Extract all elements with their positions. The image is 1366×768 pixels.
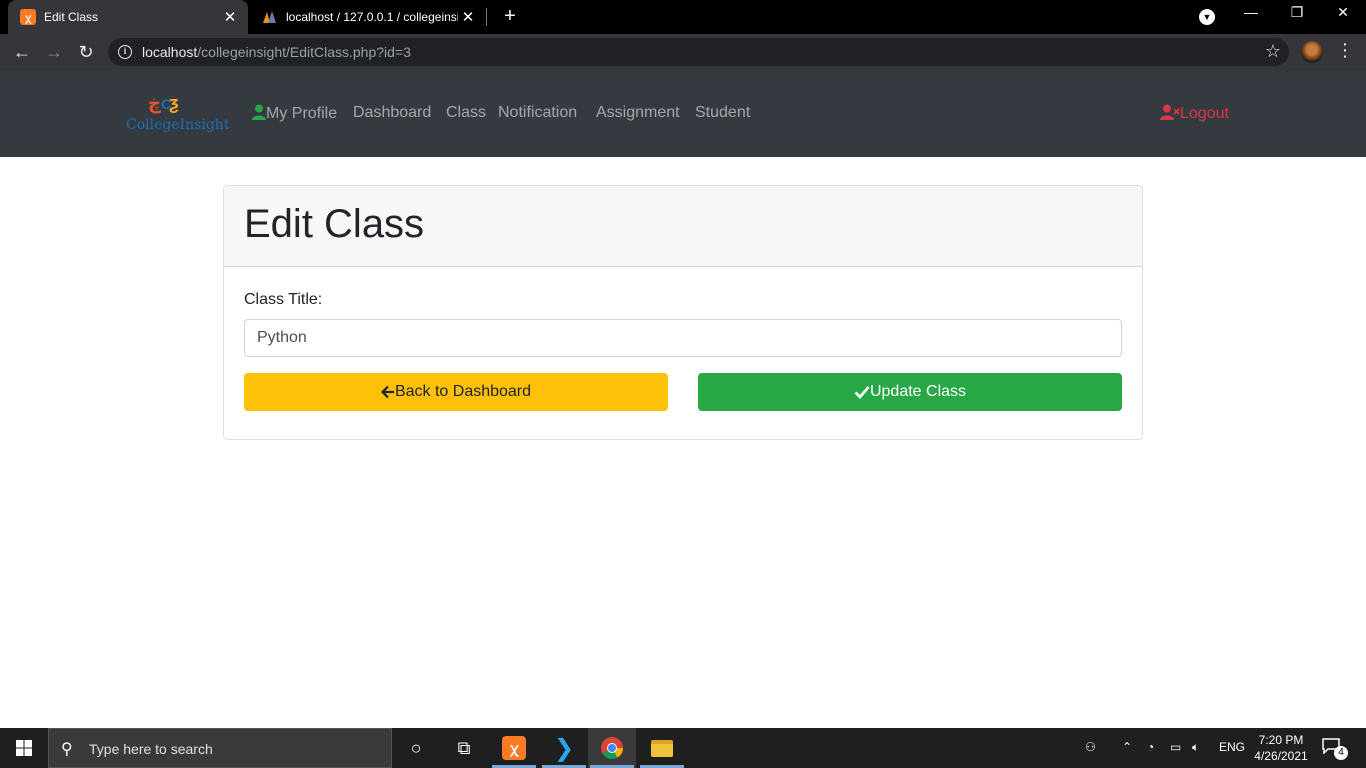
action-center-icon[interactable]: 4 [1322,738,1348,760]
tab-title: localhost / 127.0.0.1 / collegeinsight [286,10,458,24]
nav-dashboard[interactable]: Dashboard [353,104,431,122]
cortana-icon[interactable]: ○ [392,728,440,768]
site-navbar: ڿCƺ CollegeInsight My Profile Dashboard … [0,71,1366,157]
back-arrow-icon[interactable]: ← [10,40,34,64]
tab-phpmyadmin[interactable]: localhost / 127.0.0.1 / collegeinsight ✕ [250,0,486,34]
page-title: Edit Class [244,202,425,246]
new-tab-icon[interactable]: + [498,5,522,28]
logo-mark-icon: ڿCƺ [148,93,179,113]
url-text: localhost/collegeinsight/EditClass.php?i… [142,44,411,60]
notification-count-badge: 4 [1334,746,1348,760]
nav-class[interactable]: Class [446,104,486,122]
class-title-label: Class Title: [244,291,323,308]
edit-class-card: Edit Class Class Title: Back to Dashboar… [223,185,1143,440]
task-view-icon[interactable]: ⧉ [440,728,488,768]
people-icon[interactable]: ⚇ [1085,740,1096,754]
card-header: Edit Class [224,186,1142,267]
address-bar[interactable]: i localhost/collegeinsight/EditClass.php… [108,38,1289,66]
arrow-left-icon [380,385,394,399]
browser-tabstrip: ꭓ Edit Class ✕ localhost / 127.0.0.1 / c… [0,0,1366,34]
file-explorer-icon[interactable] [638,728,686,768]
search-icon: ⚲ [61,741,73,758]
nav-student[interactable]: Student [695,104,750,122]
nav-label: My Profile [266,105,338,122]
language-indicator[interactable]: ENG [1219,740,1245,754]
phpmyadmin-favicon-icon [262,9,278,25]
vscode-app-icon[interactable]: ❯ [540,728,588,768]
taskbar-clock[interactable]: 7:20 PM 4/26/2021 [1252,732,1310,764]
xampp-app-icon[interactable]: ꭓ [490,728,538,768]
nav-assignment[interactable]: Assignment [596,104,680,122]
browser-toolbar: ← → ↻ i localhost/collegeinsight/EditCla… [0,34,1366,71]
windows-start-icon[interactable] [0,728,48,768]
brand-logo[interactable]: ڿCƺ CollegeInsight [126,91,230,137]
xampp-favicon-icon: ꭓ [20,9,36,25]
restore-icon[interactable]: ❐ [1274,4,1320,21]
more-menu-icon[interactable]: ⋮ [1336,40,1354,61]
forward-arrow-icon[interactable]: → [42,40,66,64]
user-icon [252,104,266,120]
taskbar-search-box[interactable]: ⚲ Type here to search [48,728,392,768]
tab-close-icon[interactable]: ✕ [220,8,240,26]
logout-label: Logout [1180,105,1229,122]
volume-icon[interactable]: 🔈︎ [1192,740,1199,755]
info-icon[interactable]: i [118,45,132,59]
tab-title: Edit Class [44,10,99,24]
tab-search-icon[interactable]: ▼ [1199,9,1215,25]
clock-time: 7:20 PM [1258,733,1304,747]
button-label: Back to Dashboard [394,383,532,400]
profile-avatar[interactable] [1301,41,1323,63]
search-placeholder: Type here to search [89,741,213,757]
back-to-dashboard-button[interactable]: Back to Dashboard [244,373,668,411]
update-class-button[interactable]: Update Class [698,373,1122,411]
reload-icon[interactable]: ↻ [74,40,98,64]
nav-notification[interactable]: Notification [498,104,577,122]
battery-icon[interactable]: ▭ [1170,740,1181,754]
tab-close-icon[interactable]: ✕ [458,8,478,26]
brand-text: CollegeInsight [126,117,230,133]
class-title-input[interactable] [244,319,1122,357]
window-close-icon[interactable]: ✕ [1320,4,1366,21]
minimize-icon[interactable]: — [1228,4,1274,20]
bookmark-star-icon[interactable]: ☆ [1265,41,1281,62]
wifi-icon[interactable]: ◔ [1147,740,1154,754]
tab-divider [486,8,487,26]
clock-date: 4/26/2021 [1254,749,1308,763]
tab-edit-class[interactable]: ꭓ Edit Class ✕ [8,0,248,34]
nav-logout[interactable]: Logout [1160,104,1229,123]
show-hidden-icons-icon[interactable]: ⌃ [1122,740,1132,754]
chrome-app-icon[interactable] [588,728,636,768]
user-remove-icon [1160,104,1180,120]
check-icon [854,386,870,399]
button-label: Update Class [869,383,967,400]
nav-my-profile[interactable]: My Profile [252,104,337,123]
windows-taskbar: ⚲ Type here to search ○ ⧉ ꭓ ❯ ⚇ ⌃ ◔ ▭ 🔈︎… [0,728,1366,768]
